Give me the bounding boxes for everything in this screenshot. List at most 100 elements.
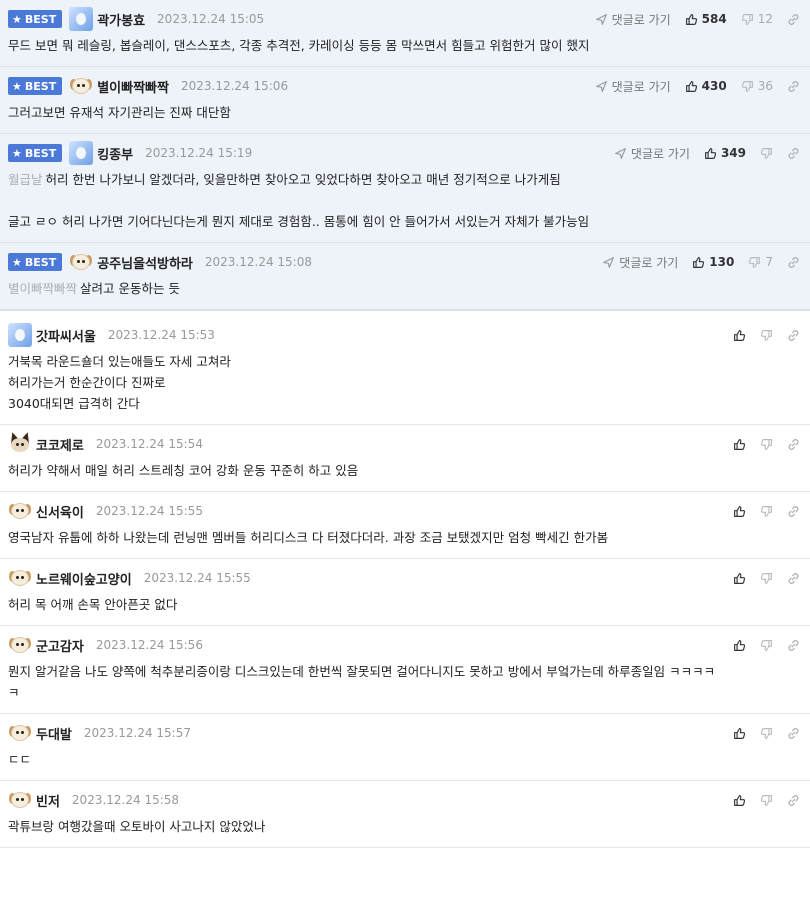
comment-header: 군고감자 2023.12.24 15:56	[8, 635, 800, 655]
upvote-button[interactable]: 584	[685, 12, 727, 26]
downvote-button[interactable]	[760, 147, 773, 160]
thumbs-down-icon	[741, 80, 754, 93]
comment-tools	[733, 727, 800, 740]
upvote-button[interactable]	[733, 438, 746, 451]
downvote-button[interactable]: 7	[748, 255, 773, 269]
comment-line: 뭔지 알거같음 나도 양쪽에 척추분리증이랑 디스크있는데 한번씩 잘못되면 걸…	[8, 661, 800, 682]
thumbs-down-icon	[748, 256, 761, 269]
downvote-button[interactable]	[760, 505, 773, 518]
author-nickname[interactable]: 신서육이	[36, 502, 84, 521]
upvote-button[interactable]	[733, 572, 746, 585]
copy-link-button[interactable]	[787, 147, 800, 160]
link-icon	[787, 147, 800, 160]
avatar	[8, 788, 32, 812]
thumbs-up-icon	[733, 438, 746, 451]
downvote-button[interactable]	[760, 438, 773, 451]
upvote-button[interactable]: 430	[685, 79, 727, 93]
goto-comment-button[interactable]: 댓글로 가기	[595, 11, 671, 28]
comment-text: 허리가는거 한순간이다 진짜로	[8, 375, 166, 390]
copy-link-button[interactable]	[787, 727, 800, 740]
comment-text: 무드 보면 뭐 레슬링, 봅슬레이, 댄스스포츠, 각종 추격전, 카레이싱 등…	[8, 38, 590, 53]
upvote-button[interactable]	[733, 727, 746, 740]
author-nickname[interactable]: 별이빠짝빠짝	[97, 77, 169, 96]
upvote-button[interactable]	[733, 505, 746, 518]
goto-label: 댓글로 가기	[619, 255, 679, 270]
comment-header: ★ BEST 킹종부 2023.12.24 15:19 댓글로 가기 349	[8, 141, 800, 165]
downvote-button[interactable]	[760, 329, 773, 342]
thumbs-up-icon	[733, 329, 746, 342]
comment-text: 곽튜브랑 여행갔을때 오토바이 사고나지 않았었나	[8, 819, 266, 834]
comment-text: 허리 목 어깨 손목 안아픈곳 없다	[8, 597, 178, 612]
comment: 갓파씨서울 2023.12.24 15:53 거북목 라운드숄더 있는애들도 자세 …	[0, 316, 810, 425]
copy-link-button[interactable]	[787, 80, 800, 93]
author-nickname[interactable]: 킹종부	[97, 144, 133, 163]
author-nickname[interactable]: 곽가봉효	[97, 10, 145, 29]
copy-link-button[interactable]	[787, 438, 800, 451]
copy-link-button[interactable]	[787, 639, 800, 652]
comment-body: 그러고보면 유재석 자기관리는 진짜 대단함	[8, 102, 800, 123]
best-badge: ★ BEST	[8, 10, 63, 28]
thumbs-up-icon	[733, 794, 746, 807]
comment-body: 허리가 약해서 매일 허리 스트레칭 코어 강화 운동 꾸준히 하고 있음	[8, 460, 800, 481]
upvote-button[interactable]	[733, 794, 746, 807]
comment-header: ★ BEST 곽가봉효 2023.12.24 15:05 댓글로 가기 584 12	[8, 7, 800, 31]
comment-text: 거북목 라운드숄더 있는애들도 자세 고쳐라	[8, 354, 231, 369]
best-badge: ★ BEST	[8, 253, 63, 271]
downvote-button[interactable]: 36	[741, 79, 773, 93]
upvote-button[interactable]	[733, 639, 746, 652]
downvote-button[interactable]	[760, 572, 773, 585]
comment-tools	[733, 572, 800, 585]
author-nickname[interactable]: 노르웨이숲고양이	[36, 569, 132, 588]
copy-link-button[interactable]	[787, 572, 800, 585]
comment-line: 허리가는거 한순간이다 진짜로	[8, 372, 800, 393]
copy-link-button[interactable]	[787, 329, 800, 342]
comment-tools	[733, 794, 800, 807]
reply-target[interactable]: 월급날	[8, 172, 43, 187]
thumbs-up-icon	[733, 727, 746, 740]
avatar	[8, 721, 32, 745]
comment-line: 글고 ㄹㅇ 허리 나가면 기어다닌다는게 뭔지 제대로 경험함.. 몸통에 힘이…	[8, 211, 800, 232]
author-nickname[interactable]: 빈저	[36, 791, 60, 810]
downvote-button[interactable]	[760, 727, 773, 740]
upvote-count: 349	[720, 146, 746, 160]
author-nickname[interactable]: 두대발	[36, 724, 72, 743]
downvote-button[interactable]: 12	[741, 12, 773, 26]
upvote-button[interactable]	[733, 329, 746, 342]
goto-comment-button[interactable]: 댓글로 가기	[614, 145, 690, 162]
author-nickname[interactable]: 갓파씨서울	[36, 326, 96, 345]
goto-comment-button[interactable]: 댓글로 가기	[595, 78, 671, 95]
best-comment: ★ BEST 킹종부 2023.12.24 15:19 댓글로 가기 349 월급날 허리 한…	[0, 134, 810, 243]
author-nickname[interactable]: 공주님을석방하라	[97, 253, 193, 272]
copy-link-button[interactable]	[787, 13, 800, 26]
author-nickname[interactable]: 코코제로	[36, 435, 84, 454]
downvote-button[interactable]	[760, 794, 773, 807]
comment-body: 무드 보면 뭐 레슬링, 봅슬레이, 댄스스포츠, 각종 추격전, 카레이싱 등…	[8, 35, 800, 56]
copy-link-button[interactable]	[787, 505, 800, 518]
thumbs-up-icon	[704, 147, 717, 160]
reply-target[interactable]: 별이빠짝빠짝	[8, 281, 77, 296]
comment-line: 영국남자 유툽에 하하 나왔는데 런닝맨 멤버들 허리디스크 다 터졌다더라. …	[8, 527, 800, 548]
author-nickname[interactable]: 군고감자	[36, 636, 84, 655]
comment-header: ★ BEST 공주님을석방하라 2023.12.24 15:08 댓글로 가기 130 7	[8, 252, 800, 272]
comment-date: 2023.12.24 15:54	[95, 437, 203, 451]
copy-link-button[interactable]	[787, 256, 800, 269]
copy-link-button[interactable]	[787, 794, 800, 807]
comment: 군고감자 2023.12.24 15:56 뭔지 알거같음 나도 양쪽에 척추분리증…	[0, 626, 810, 714]
goto-label: 댓글로 가기	[611, 79, 671, 94]
link-icon	[787, 438, 800, 451]
comment-header: 노르웨이숲고양이 2023.12.24 15:55	[8, 568, 800, 588]
comment-text: 살려고 운동하는 듯	[80, 281, 180, 296]
comment-text: 허리가 약해서 매일 허리 스트레칭 코어 강화 운동 꾸준히 하고 있음	[8, 463, 359, 478]
upvote-button[interactable]: 349	[704, 146, 746, 160]
upvote-button[interactable]: 130	[692, 255, 734, 269]
comment-line: 월급날 허리 한번 나가보니 알겠더라, 잊을만하면 찾아오고 잊었다하면 찾아오…	[8, 169, 800, 190]
downvote-button[interactable]	[760, 639, 773, 652]
comment-date: 2023.12.24 15:57	[83, 726, 191, 740]
comment-body: 허리 목 어깨 손목 안아픈곳 없다	[8, 594, 800, 615]
comment-tools: 댓글로 가기 349	[614, 145, 800, 162]
comment-body: 월급날 허리 한번 나가보니 알겠더라, 잊을만하면 찾아오고 잊었다하면 찾아오…	[8, 169, 800, 232]
comment-tools: 댓글로 가기 430 36	[595, 78, 800, 95]
goto-comment-button[interactable]: 댓글로 가기	[602, 254, 678, 271]
comment-date: 2023.12.24 15:55	[143, 571, 251, 585]
